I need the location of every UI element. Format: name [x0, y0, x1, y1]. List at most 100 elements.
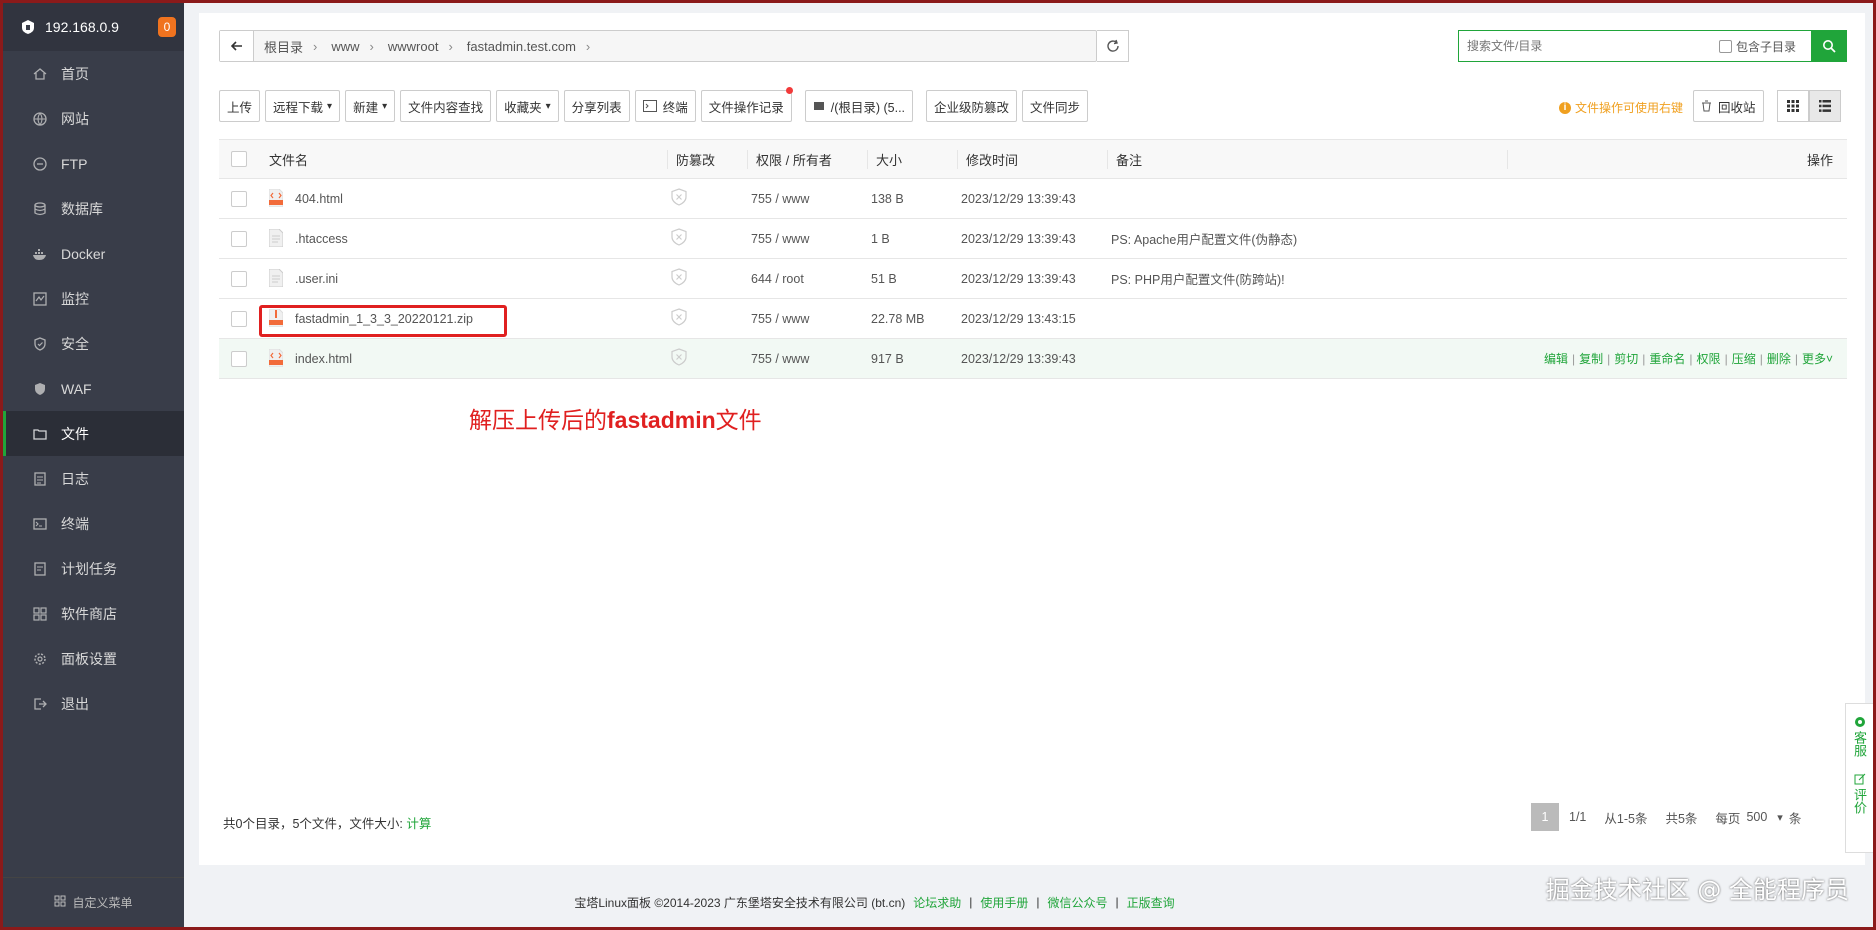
include-subdir-checkbox[interactable]: 包含子目录 [1719, 38, 1796, 55]
remote-download-button[interactable]: 远程下载 ▾ [265, 90, 341, 122]
row-op-link[interactable]: 复制 [1579, 352, 1603, 366]
sidebar-item-10[interactable]: 终端 [3, 501, 184, 546]
upload-button[interactable]: 上传 [219, 90, 261, 122]
table-row[interactable]: index.html 755 / www 917 B 2023/12/29 13:39… [219, 339, 1847, 379]
sidebar-item-11[interactable]: 计划任务 [3, 546, 184, 591]
sidebar-item-12[interactable]: 软件商店 [3, 591, 184, 636]
sidebar-item-13[interactable]: 面板设置 [3, 636, 184, 681]
table-row[interactable]: fastadmin_1_3_3_20220121.zip 755 / www 22.… [219, 299, 1847, 339]
sidebar-item-5[interactable]: 监控 [3, 276, 184, 321]
license-check-link[interactable]: 正版查询 [1127, 894, 1175, 911]
refresh-button[interactable] [1097, 30, 1129, 62]
grid-icon [54, 895, 66, 910]
sidebar-item-9[interactable]: 日志 [3, 456, 184, 501]
tamper-shield-icon[interactable] [671, 308, 687, 329]
per-page-select[interactable]: 500 ▾ [1746, 810, 1782, 824]
select-all-checkbox[interactable] [231, 151, 247, 167]
back-button[interactable] [220, 31, 254, 61]
sidebar-item-4[interactable]: Docker [3, 231, 184, 276]
file-mtime: 2023/12/29 13:39:43 [961, 191, 1076, 206]
calc-size-link[interactable]: 计算 [406, 817, 431, 831]
search-button[interactable] [1811, 30, 1847, 62]
checkbox[interactable] [1719, 39, 1732, 53]
path-bar[interactable]: 根目录 › www › wwwroot › fastadmin.test.com › [219, 30, 1097, 62]
row-checkbox[interactable] [231, 270, 247, 287]
breadcrumb-item[interactable]: wwwroot [388, 39, 439, 54]
breadcrumb-item[interactable]: fastadmin.test.com [467, 39, 576, 54]
tamper-button[interactable]: 企业级防篡改 [926, 90, 1018, 122]
content-search-button[interactable]: 文件内容查找 [400, 90, 492, 122]
col-name-header[interactable]: 文件名 [259, 150, 667, 169]
recycle-bin-button[interactable]: 回收站 [1693, 90, 1764, 122]
tamper-shield-icon[interactable] [671, 348, 687, 369]
file-perm[interactable]: 755 / www [747, 312, 867, 326]
sync-button[interactable]: 文件同步 [1022, 90, 1089, 122]
sidebar-item-2[interactable]: FTP [3, 141, 184, 186]
list-view-button[interactable] [1809, 90, 1841, 122]
col-size-header[interactable]: 大小 [867, 149, 957, 169]
annotation-bold: fastadmin [607, 407, 716, 433]
col-mtime-header[interactable]: 修改时间 [957, 149, 1107, 169]
manual-link[interactable]: 使用手册 [980, 894, 1028, 911]
row-op-link[interactable]: 重命名 [1649, 352, 1685, 366]
sidebar-item-14[interactable]: 退出 [3, 681, 184, 726]
share-list-button[interactable]: 分享列表 [563, 90, 630, 122]
file-size: 22.78 MB [871, 311, 925, 326]
favorites-button[interactable]: 收藏夹 ▾ [496, 90, 559, 122]
file-name[interactable]: 404.html [295, 192, 343, 206]
row-checkbox[interactable] [231, 310, 247, 327]
file-perm[interactable]: 755 / www [747, 192, 867, 206]
disk-button[interactable]: /(根目录) (5... [804, 90, 914, 122]
file-name[interactable]: .user.ini [295, 272, 338, 286]
table-row[interactable]: .user.ini 644 / root 51 B 2023/12/29 13:39:… [219, 259, 1847, 299]
new-button[interactable]: 新建 ▾ [345, 90, 396, 122]
file-perm[interactable]: 755 / www [747, 232, 867, 246]
col-ops-header: 操作 [1507, 149, 1847, 169]
page-current[interactable]: 1 [1531, 803, 1559, 831]
file-name[interactable]: index.html [295, 352, 352, 366]
row-op-link[interactable]: 压缩 [1732, 352, 1756, 366]
chevron-down-icon: ˅ [1825, 352, 1833, 366]
file-perm[interactable]: 755 / www [747, 352, 867, 366]
sidebar-item-3[interactable]: 数据库 [3, 186, 184, 231]
sidebar-item-1[interactable]: 网站 [3, 96, 184, 141]
grid-view-button[interactable] [1777, 90, 1809, 122]
row-op-link[interactable]: 权限 [1697, 352, 1721, 366]
row-checkbox[interactable] [231, 190, 247, 207]
sidebar-item-6[interactable]: 安全 [3, 321, 184, 366]
monitor-icon [31, 290, 49, 308]
file-name[interactable]: .htaccess [295, 232, 348, 246]
tamper-shield-icon[interactable] [671, 228, 687, 249]
sidebar-item-8[interactable]: 文件 [3, 411, 184, 456]
tamper-shield-icon[interactable] [671, 188, 687, 209]
search-input[interactable] [1459, 32, 1717, 60]
custom-menu-button[interactable]: 自定义菜单 [3, 877, 184, 927]
row-op-link[interactable]: 删除 [1767, 352, 1791, 366]
terminal-button[interactable]: 终端 [634, 90, 696, 122]
sidebar-item-7[interactable]: WAF [3, 366, 184, 411]
file-size: 138 B [871, 191, 904, 206]
forum-link[interactable]: 论坛求助 [913, 894, 961, 911]
row-op-link[interactable]: 剪切 [1614, 352, 1638, 366]
wechat-link[interactable]: 微信公众号 [1048, 894, 1108, 911]
breadcrumb-item[interactable]: www [331, 39, 359, 54]
row-op-link[interactable]: 更多 [1802, 352, 1826, 366]
breadcrumb-item[interactable]: 根目录 [264, 37, 303, 56]
row-checkbox[interactable] [231, 230, 247, 247]
sidebar-item-0[interactable]: 首页 [3, 51, 184, 96]
row-op-link[interactable]: 编辑 [1544, 352, 1568, 366]
chevron-right-icon: › [369, 38, 374, 54]
chevron-down-icon: ▾ [327, 100, 333, 112]
rate-button[interactable]: 评价 [1852, 773, 1867, 814]
file-perm[interactable]: 644 / root [747, 272, 867, 286]
tamper-shield-icon[interactable] [671, 268, 687, 289]
file-note[interactable]: PS: PHP用户配置文件(防跨站)! [1107, 269, 1507, 288]
table-row[interactable]: .htaccess 755 / www 1 B 2023/12/29 13:39:43… [219, 219, 1847, 259]
table-row[interactable]: 404.html 755 / www 138 B 2023/12/29 13:39:4… [219, 179, 1847, 219]
customer-service-button[interactable]: 客服 [1852, 716, 1867, 757]
row-checkbox[interactable] [231, 350, 247, 367]
op-log-button[interactable]: 文件操作记录 [700, 87, 793, 122]
notification-badge[interactable]: 0 [158, 17, 176, 37]
file-note[interactable]: PS: Apache用户配置文件(伪静态) [1107, 229, 1507, 248]
right-click-tip: i 文件操作可使用右键 [1559, 99, 1683, 116]
